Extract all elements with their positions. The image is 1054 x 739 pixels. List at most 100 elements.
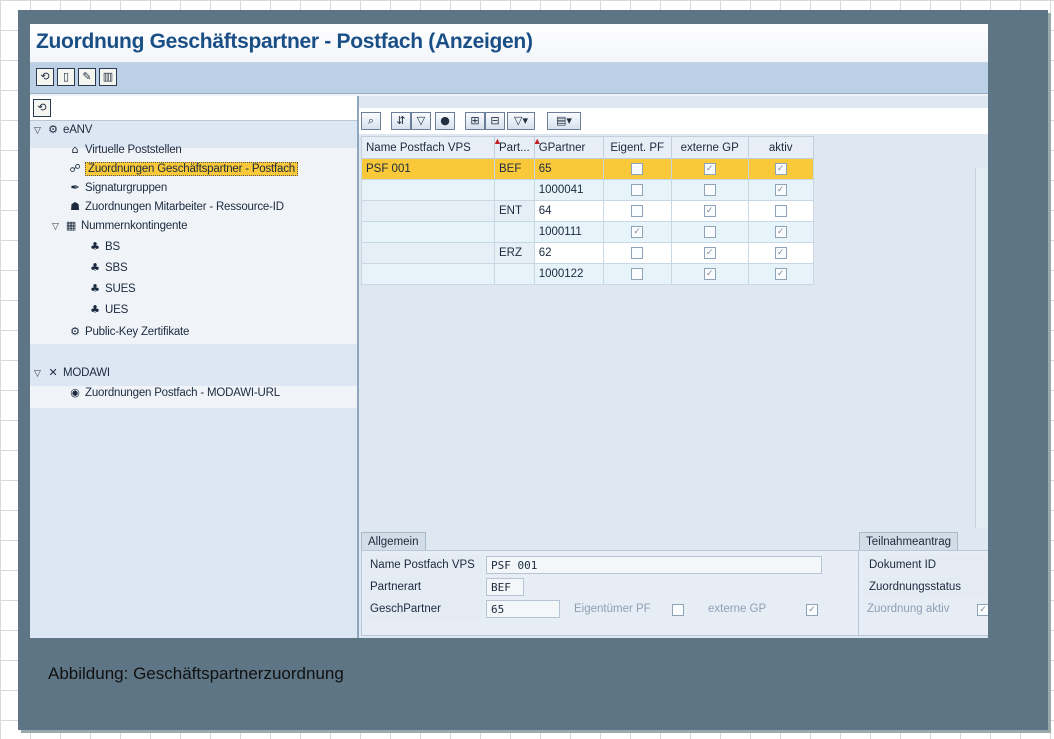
eigent-checkbox[interactable] — [631, 162, 644, 175]
tree-node-nummernkontingente[interactable]: ▽ ▦ Nummernkontingente — [52, 216, 188, 237]
cell-part: BEF — [494, 158, 535, 180]
folder-tree-icon: ⚙ — [48, 122, 58, 136]
tree-item-sues[interactable]: ♣ SUES — [88, 279, 136, 299]
aktiv-checkbox[interactable] — [774, 204, 787, 217]
filter-dropdown-icon[interactable]: ▽▾ — [507, 112, 535, 130]
tree-item-label: BS — [105, 241, 120, 253]
tree-item-label: SBS — [105, 262, 128, 274]
tree-refresh-icon[interactable]: ⟲ — [33, 99, 51, 117]
info-icon[interactable]: ● — [435, 112, 455, 130]
extern-checkbox[interactable]: ✓ — [703, 204, 716, 217]
collapse-icon[interactable]: ▽ — [34, 121, 46, 141]
table-row[interactable]: 1000041 ✓ — [361, 179, 814, 201]
cell-eigent — [602, 242, 672, 264]
number-range-icon: ▦ — [65, 218, 77, 232]
cell-part — [494, 179, 535, 201]
aktiv-checkbox[interactable]: ✓ — [774, 267, 787, 280]
table-row[interactable]: PSF 001 BEF 65 ✓ ✓ — [361, 158, 814, 180]
column-header-extern[interactable]: externe GP — [670, 136, 749, 159]
tree-item-label: Signaturgruppen — [85, 182, 168, 194]
column-header-part[interactable]: ▲ Part... — [493, 136, 535, 159]
aktiv-checkbox[interactable]: ✓ — [774, 246, 787, 259]
edit-pencil-icon[interactable]: ✎ — [78, 68, 96, 86]
aktiv-checkbox[interactable]: ✓ — [774, 225, 787, 238]
tree-node-label: eANV — [63, 124, 93, 136]
sap-window: Zuordnung Geschäftspartner - Postfach (A… — [30, 24, 988, 638]
cell-eigent — [602, 179, 672, 201]
tree-item-label: Nummernkontingente — [81, 220, 188, 232]
tree-item-mitarbeiter[interactable]: ☗ Zuordnungen Mitarbeiter - Ressource-ID — [68, 197, 284, 217]
sort-marker-icon: ▲ — [493, 136, 502, 146]
grid-toolbar: ⌕ ⇵ ▽ ● ⊞ ⊟ ▽▾ ▤▾ — [359, 108, 988, 134]
eigent-checkbox[interactable] — [631, 246, 644, 259]
refresh-icon[interactable]: ⟲ — [36, 68, 54, 86]
eigent-checkbox[interactable]: ✓ — [631, 225, 644, 238]
tree-item-public-key[interactable]: ⚙ Public-Key Zertifikate — [68, 322, 189, 342]
teilnahme-form: Dokument ID Zuordnungsstatus Zuordnung a… — [858, 550, 988, 636]
table-row[interactable]: 1000122 ✓ ✓ — [361, 263, 814, 285]
eigent-checkbox[interactable] — [631, 204, 644, 217]
collapse-icon[interactable]: ▽ — [34, 364, 46, 384]
signature-icon: ✒ — [70, 180, 80, 194]
tree-item-label: Virtuelle Poststellen — [85, 144, 182, 156]
vertical-scrollbar[interactable] — [975, 168, 988, 528]
eigentuemer-checkbox[interactable] — [672, 604, 684, 616]
partnerart-field[interactable]: BEF — [486, 578, 524, 596]
cell-part: ERZ — [494, 242, 535, 264]
column-header-eigent[interactable]: Eigent. PF — [602, 136, 672, 159]
aktiv-checkbox[interactable]: ✓ — [774, 162, 787, 175]
tree-node-modawi[interactable]: ▽ ✕ MODAWI — [34, 363, 110, 383]
tree-item-signaturgruppen[interactable]: ✒ Signaturgruppen — [68, 178, 167, 198]
geschpartner-label: GeschPartner — [364, 599, 482, 619]
layout-dropdown-icon[interactable]: ▤▾ — [547, 112, 581, 130]
zuordnungsstatus-label: Zuordnungsstatus — [863, 577, 988, 597]
tree-item-bs[interactable]: ♣ BS — [88, 237, 120, 257]
tab-teilnahmeantrag[interactable]: Teilnahmeantrag — [859, 532, 959, 551]
table-body: PSF 001 BEF 65 ✓ ✓ 1000041 ✓ ENT 64 ✓ 1000111 ✓ ✓ ERZ… — [361, 158, 814, 285]
extern-checkbox[interactable]: ✓ — [703, 246, 716, 259]
column-header-aktiv[interactable]: aktiv — [747, 136, 814, 159]
externe-gp-checkbox[interactable]: ✓ — [806, 604, 818, 616]
cell-aktiv: ✓ — [747, 263, 814, 285]
cell-extern: ✓ — [670, 158, 749, 180]
tree-item-ues[interactable]: ♣ UES — [88, 300, 128, 320]
extern-checkbox[interactable] — [703, 225, 716, 238]
cell-extern — [670, 221, 749, 243]
filter-icon[interactable]: ▽ — [411, 112, 431, 130]
column-header-gpartner[interactable]: ▲ GPartner — [533, 136, 604, 159]
cell-extern — [670, 179, 749, 201]
zuordnung-aktiv-checkbox[interactable]: ✓ — [977, 604, 988, 616]
tree-node-label: MODAWI — [63, 367, 110, 379]
tree-item-virtuelle-poststellen[interactable]: ⌂ Virtuelle Poststellen — [68, 140, 182, 160]
collapse-icon[interactable]: ▽ — [52, 217, 64, 237]
main-content: ⟲ ▽ ⚙ eANV ⌂ Virtuelle Poststellen ☍ Zuordnu… — [30, 96, 988, 638]
tree-item-label: UES — [105, 304, 129, 316]
sort-ascending-icon[interactable]: ⇵ — [391, 112, 411, 130]
delete-trash-icon[interactable]: ▥ — [99, 68, 117, 86]
find-icon[interactable]: ⊞ — [465, 112, 485, 130]
extern-checkbox[interactable]: ✓ — [703, 267, 716, 280]
tree-item-zuordnungen-gp[interactable]: ☍ Zuordnungen Geschäftspartner - Postfach — [68, 159, 298, 179]
find-next-icon[interactable]: ⊟ — [485, 112, 505, 130]
tree-item-modawi-url[interactable]: ◉ Zuordnungen Postfach - MODAWI-URL — [68, 383, 280, 403]
name-postfach-field[interactable]: PSF 001 — [486, 556, 822, 574]
column-header-postfach[interactable]: Name Postfach VPS — [361, 136, 495, 159]
eigent-checkbox[interactable] — [631, 183, 644, 196]
contingent-icon: ♣ — [90, 281, 100, 295]
tab-allgemein[interactable]: Allgemein — [361, 532, 426, 551]
table-row[interactable]: 1000111 ✓ ✓ — [361, 221, 814, 243]
eigent-checkbox[interactable] — [631, 267, 644, 280]
details-icon[interactable]: ⌕ — [361, 112, 381, 130]
cell-aktiv: ✓ — [747, 242, 814, 264]
cell-gpartner: 1000111 — [533, 221, 604, 243]
geschpartner-field[interactable]: 65 — [486, 600, 560, 618]
extern-checkbox[interactable] — [703, 183, 716, 196]
partner-icon: ☍ — [69, 161, 81, 175]
aktiv-checkbox[interactable]: ✓ — [774, 183, 787, 196]
table-row[interactable]: ENT 64 ✓ — [361, 200, 814, 222]
tree-item-sbs[interactable]: ♣ SBS — [88, 258, 127, 278]
table-row[interactable]: ERZ 62 ✓ ✓ — [361, 242, 814, 264]
tree-node-eanv[interactable]: ▽ ⚙ eANV — [34, 120, 92, 140]
extern-checkbox[interactable]: ✓ — [703, 162, 716, 175]
new-document-icon[interactable]: ▯ — [57, 68, 75, 86]
